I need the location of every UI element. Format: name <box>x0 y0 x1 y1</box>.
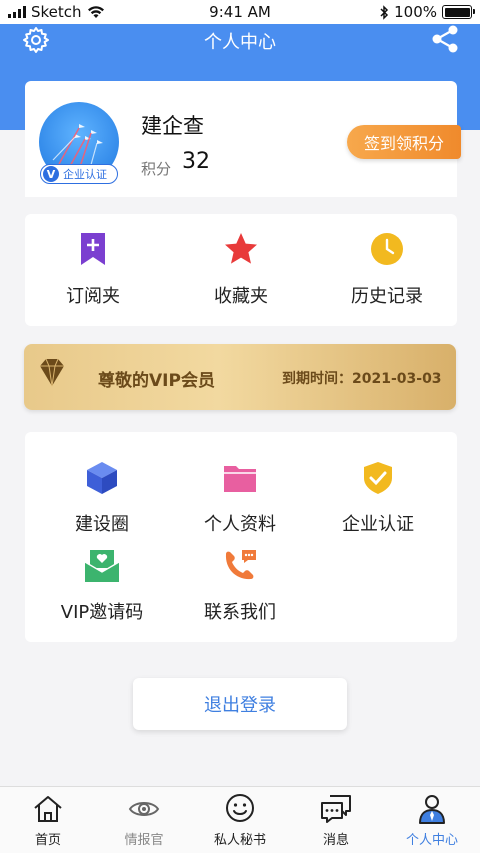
favorites-item[interactable]: 收藏夹 <box>181 232 301 308</box>
smile-icon <box>226 794 254 822</box>
badge-label: 企业认证 <box>63 168 107 181</box>
vip-title: 尊敬的VIP会员 <box>98 371 215 391</box>
tab-private-secretary[interactable]: 私人秘书 <box>192 793 288 848</box>
gear-icon[interactable] <box>22 26 50 54</box>
personal-info-item[interactable]: 个人资料 <box>175 460 305 536</box>
logout-button[interactable]: 退出登录 <box>133 678 347 730</box>
tool-label: 联系我们 <box>204 602 276 623</box>
envelope-heart-icon <box>84 550 120 582</box>
eye-icon <box>128 802 160 816</box>
phone-chat-icon <box>225 550 256 580</box>
contact-us-item[interactable]: 联系我们 <box>175 548 305 624</box>
page-title: 个人中心 <box>204 32 276 53</box>
signin-button[interactable]: 签到领积分 <box>347 125 461 159</box>
quick-links-card: 订阅夹 收藏夹 历史记录 <box>25 214 457 326</box>
tools-card: 建设圈 个人资料 企业认证 VIP邀请码 联系我们 <box>25 432 457 642</box>
battery-icon <box>442 5 475 19</box>
bluetooth-icon <box>380 4 389 20</box>
vip-expiry: 到期时间：2021-03-03 <box>282 371 442 387</box>
tab-intelligence[interactable]: 情报官 <box>96 793 192 848</box>
tab-label: 私人秘书 <box>213 833 266 848</box>
history-item[interactable]: 历史记录 <box>327 232 447 308</box>
quick-link-label: 收藏夹 <box>214 286 268 307</box>
tool-label: 建设圈 <box>75 514 129 535</box>
tab-label: 首页 <box>34 833 61 848</box>
cube-icon <box>87 462 117 494</box>
tool-label: 个人资料 <box>204 514 276 535</box>
vip-banner[interactable]: 尊敬的VIP会员 到期时间：2021-03-03 <box>24 344 456 410</box>
status-bar: Sketch 9:41 AM 100% <box>0 0 480 24</box>
enterprise-certification-item[interactable]: 企业认证 <box>313 460 443 536</box>
user-icon <box>419 795 445 824</box>
user-name: 建企查 <box>141 114 204 138</box>
construction-circle-item[interactable]: 建设圈 <box>37 460 167 536</box>
verified-mark: V <box>43 166 59 182</box>
folder-icon <box>224 466 256 492</box>
subscription-folder-item[interactable]: 订阅夹 <box>33 232 153 308</box>
message-icon <box>321 795 351 823</box>
tool-label: VIP邀请码 <box>60 602 144 623</box>
tab-label: 消息 <box>322 833 349 848</box>
tab-label: 情报官 <box>124 833 164 848</box>
tab-bar: 首页 情报官 私人秘书 消息 个人中心 <box>0 786 480 853</box>
profile-card: V 企业认证 建企查 积分 32 签到领积分 <box>25 81 461 197</box>
points-value: 32 <box>182 149 210 174</box>
battery-percent: 100% <box>394 3 437 21</box>
home-icon <box>34 796 62 822</box>
star-icon <box>225 233 257 264</box>
quick-link-label: 订阅夹 <box>66 286 120 307</box>
quick-link-label: 历史记录 <box>351 286 423 307</box>
share-icon[interactable] <box>430 24 460 54</box>
tab-label: 个人中心 <box>405 833 458 848</box>
bookmark-plus-icon <box>81 233 105 265</box>
points-label: 积分 <box>141 160 172 178</box>
tab-personal-center[interactable]: 个人中心 <box>384 793 480 848</box>
diamond-icon <box>40 358 64 387</box>
clock-icon <box>371 233 403 265</box>
shield-check-icon <box>364 462 392 494</box>
enterprise-certified-badge: V 企业认证 <box>40 164 118 184</box>
tab-messages[interactable]: 消息 <box>288 793 384 848</box>
vip-invite-code-item[interactable]: VIP邀请码 <box>37 548 167 624</box>
tab-home[interactable]: 首页 <box>0 793 96 848</box>
tool-label: 企业认证 <box>342 514 414 535</box>
status-right: 100% <box>379 3 475 21</box>
